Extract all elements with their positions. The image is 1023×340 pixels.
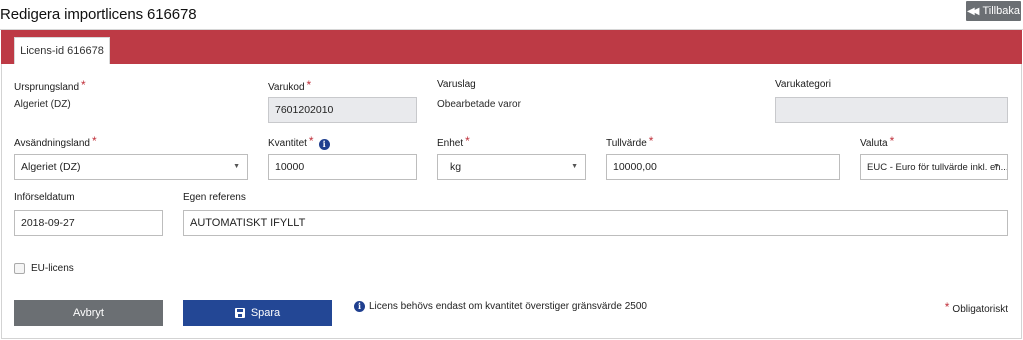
- varukod-field: 7601202010: [268, 97, 417, 123]
- required-marker: *: [306, 78, 312, 92]
- enhet-label: Enhet *: [437, 134, 470, 149]
- page-title: Redigera importlicens 616678: [0, 6, 197, 23]
- required-marker: *: [81, 78, 86, 92]
- eu-licens-checkbox[interactable]: [14, 263, 25, 274]
- double-chevron-left-icon: ◀◀: [967, 5, 980, 17]
- floppy-disk-icon: [234, 308, 245, 318]
- eu-licens-label: EU-licens: [31, 263, 74, 274]
- info-icon[interactable]: i: [318, 139, 330, 150]
- ursprungsland-label: Ursprungsland *: [14, 78, 86, 93]
- avsandningsland-selected: Algeriet (DZ): [21, 161, 81, 173]
- info-icon: i: [354, 301, 365, 312]
- avsandningsland-label: Avsändningsland *: [14, 134, 97, 149]
- inforseldatum-label: Införseldatum: [14, 192, 75, 203]
- valuta-label-text: Valuta: [860, 138, 888, 149]
- enhet-selected: kg: [450, 161, 462, 173]
- form-panel: [1, 30, 1022, 339]
- tullvarde-input[interactable]: 10000,00: [606, 154, 840, 180]
- inforseldatum-input[interactable]: 2018-09-27: [14, 210, 163, 236]
- enhet-select[interactable]: kg ▼: [437, 154, 586, 180]
- varuslag-label: Varuslag: [437, 79, 476, 90]
- varukategori-label: Varukategori: [775, 79, 831, 90]
- tullvarde-label-text: Tullvärde: [606, 138, 647, 149]
- back-button-label: Tillbaka: [982, 5, 1020, 17]
- save-button-label: Spara: [250, 307, 281, 319]
- kvantitet-label-text: Kvantitet: [268, 138, 307, 149]
- back-button[interactable]: ◀◀ Tillbaka: [966, 1, 1021, 21]
- required-legend: * Obligatoriskt: [944, 300, 1008, 315]
- tab-bar: [1, 30, 1022, 64]
- required-marker: *: [92, 134, 97, 148]
- varukod-label-text: Varukod: [268, 82, 305, 93]
- required-legend-text: Obligatoriskt: [952, 304, 1008, 315]
- page-header: Redigera importlicens 616678 ◀◀ Tillbaka: [0, 0, 1023, 30]
- cancel-button[interactable]: Avbryt: [14, 300, 163, 326]
- avsandningsland-select[interactable]: Algeriet (DZ) ▼: [14, 154, 248, 180]
- quantity-notice-text: Licens behövs endast om kvantitet överst…: [369, 301, 647, 312]
- varukod-label: Varukod *: [268, 78, 312, 93]
- ursprungsland-value: Algeriet (DZ): [14, 99, 71, 110]
- kvantitet-label: Kvantitet * i: [268, 134, 330, 150]
- varuslag-value: Obearbetade varor: [437, 99, 521, 110]
- varukategori-field: [775, 97, 1008, 123]
- required-marker: *: [944, 300, 950, 314]
- required-marker: *: [889, 134, 895, 148]
- tullvarde-label: Tullvärde *: [606, 134, 654, 149]
- enhet-label-text: Enhet: [437, 138, 464, 149]
- required-marker: *: [648, 134, 654, 148]
- cancel-button-label: Avbryt: [73, 307, 104, 319]
- valuta-select[interactable]: EUC - Euro för tullvärde inkl. en... ▼: [860, 154, 1008, 180]
- chevron-down-icon: ▼: [233, 163, 240, 170]
- chevron-down-icon: ▼: [571, 163, 578, 170]
- save-button[interactable]: Spara: [183, 300, 332, 326]
- required-marker: *: [465, 134, 470, 148]
- avsandningsland-label-text: Avsändningsland: [14, 138, 90, 149]
- required-marker: *: [308, 134, 314, 148]
- valuta-label: Valuta *: [860, 134, 895, 149]
- tab-licens-id[interactable]: Licens-id 616678: [14, 37, 110, 64]
- chevron-down-icon: ▼: [993, 163, 1000, 170]
- egen-referens-label: Egen referens: [183, 192, 246, 203]
- kvantitet-input[interactable]: 10000: [268, 154, 417, 180]
- ursprungsland-label-text: Ursprungsland: [14, 82, 80, 93]
- quantity-notice: i Licens behövs endast om kvantitet över…: [354, 301, 647, 312]
- valuta-selected: EUC - Euro för tullvärde inkl. en...: [867, 161, 1008, 173]
- egen-referens-input[interactable]: AUTOMATISKT IFYLLT: [183, 210, 1008, 236]
